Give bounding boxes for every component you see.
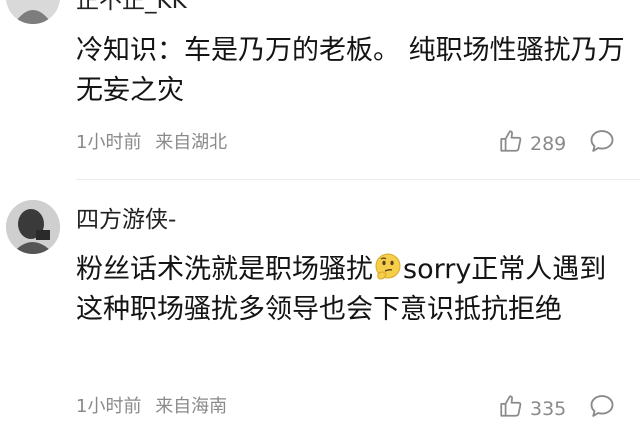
comment-location: 来自海南 [155, 396, 228, 417]
comment-text: 冷知识：车是乃万的老板。 纯职场性骚扰乃万无妄之灾 [76, 35, 625, 106]
username[interactable]: 正不正_KK [76, 0, 187, 16]
comment-item: 四方游侠- 粉丝话术洗就是职场骚扰 sorry正常人遇到这种职场骚扰多领导也会下… [0, 180, 640, 427]
comment-time: 1小时前 [76, 132, 142, 153]
thumbs-up-icon [498, 393, 524, 424]
like-count: 335 [530, 397, 567, 420]
like-count: 289 [530, 132, 567, 155]
comment-time: 1小时前 [76, 396, 142, 417]
thinking-face-icon [373, 252, 403, 282]
comment-text-part: 粉丝话术洗就是职场骚扰 [76, 254, 373, 285]
reply-button[interactable] [588, 127, 616, 155]
speech-bubble-icon [588, 395, 616, 424]
username[interactable]: 四方游侠- [76, 205, 176, 235]
speech-bubble-icon [588, 130, 616, 159]
comment-meta: 1小时前 来自海南 [76, 395, 227, 419]
comment-item: 正不正_KK 冷知识：车是乃万的老板。 纯职场性骚扰乃万无妄之灾 1小时前 来自… [0, 0, 640, 178]
like-button[interactable]: 289 [498, 128, 566, 159]
avatar[interactable] [6, 0, 60, 24]
avatar[interactable] [6, 200, 60, 254]
comment-text: 粉丝话术洗就是职场骚扰 sorry正常人遇到这种职场骚扰多领导也会下意识抵抗拒绝 [76, 250, 628, 330]
comment-meta: 1小时前 来自湖北 [76, 131, 227, 155]
thumbs-up-icon [498, 128, 524, 159]
like-button[interactable]: 335 [498, 393, 566, 424]
comment-location: 来自湖北 [155, 132, 228, 153]
reply-button[interactable] [588, 392, 616, 420]
